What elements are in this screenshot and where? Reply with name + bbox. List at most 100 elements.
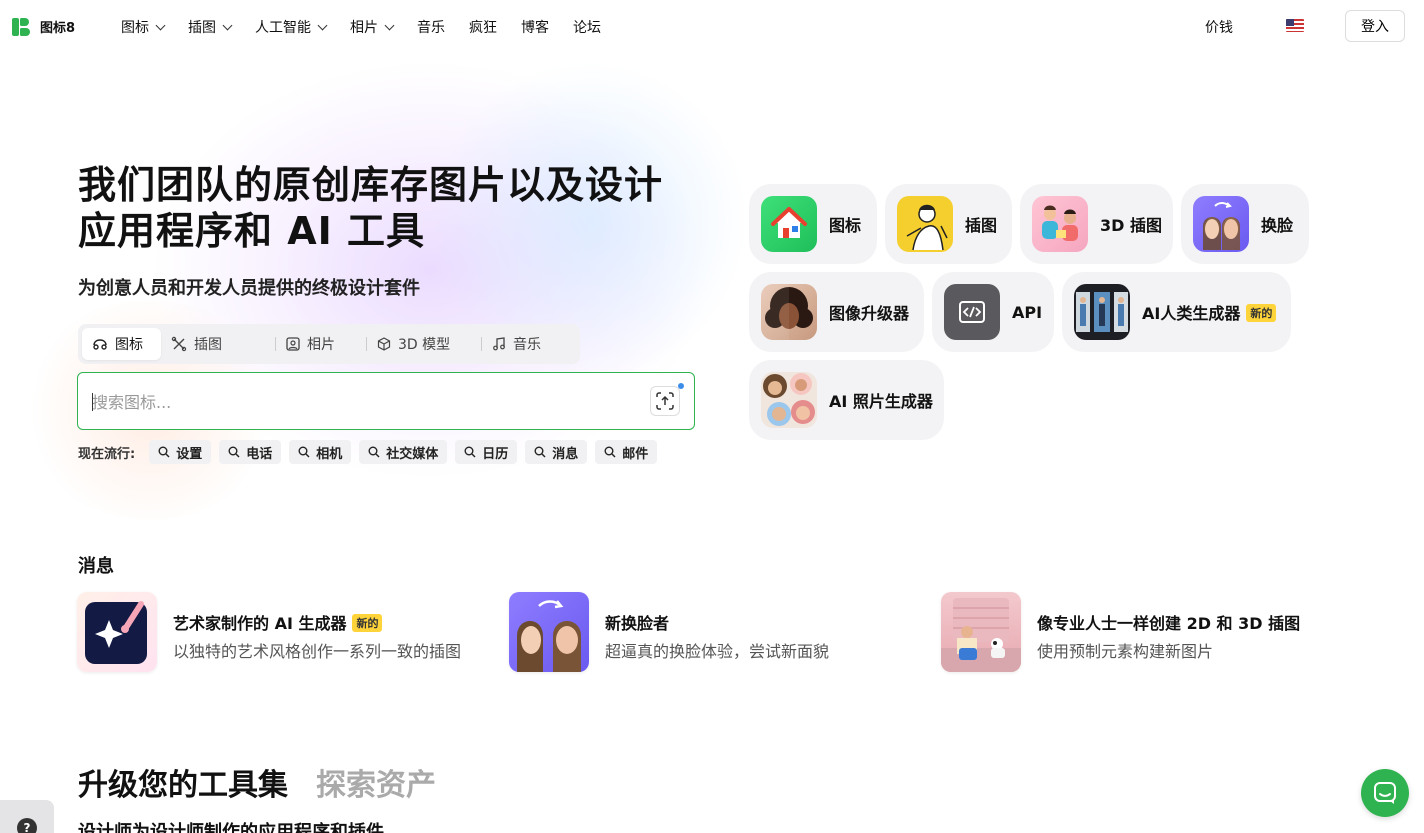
nav-item-forum[interactable]: 论坛 [573,17,601,37]
trending-chip[interactable]: 消息 [525,440,588,464]
nav-label: 图标 [121,20,149,36]
product-card-icons[interactable]: 图标 [749,184,877,264]
news-title: 像专业人士一样创建 2D 和 3D 插图 [1037,614,1301,633]
us-flag-icon[interactable] [1286,19,1304,32]
nav-item-illustrations[interactable]: 插图 [188,17,233,37]
product-card-ai-photo-generator[interactable]: AI 照片生成器 [749,360,944,440]
news-section-title: 消息 [78,556,114,577]
news-item[interactable]: 像专业人士一样创建 2D 和 3D 插图 使用预制元素构建新图片 [941,592,1300,672]
cube-icon [377,337,391,351]
login-button[interactable]: 登入 [1345,10,1405,42]
tab-label: 3D 模型 [398,337,451,353]
tools-section-subtitle: 设计师为设计师制作的应用程序和插件 [78,822,384,833]
search-icon [298,446,310,458]
product-card-3d-illustrations[interactable]: 3D 插图 [1020,184,1173,264]
illustration-icon [171,336,187,352]
trending-searches: 现在流行: 设置 电话 相机 社交媒体 日历 消息 邮件 [78,440,658,464]
trending-chip[interactable]: 电话 [219,440,282,464]
news-item[interactable]: 艺术家制作的 AI 生成器 新的 以独特的艺术风格创作一系列一致的插图 [77,592,461,672]
text-caret [92,393,93,411]
product-label: API [1012,302,1043,322]
image-upscaler-thumbnail [761,284,817,340]
brand-logo[interactable]: 图标8 [12,17,75,36]
product-card-ai-human-generator[interactable]: AI人类生成器 新的 [1062,272,1291,352]
main-nav: 图标 插图 人工智能 相片 音乐 疯狂 博客 论坛 [121,17,601,37]
search-category-tabs: 图标 插图 相片 3D 模型 音乐 [78,324,580,364]
trending-chip[interactable]: 日历 [455,440,518,464]
news-item[interactable]: 新换脸者 超逼真的换脸体验，尝试新面貌 [509,592,829,672]
new-badge: 新的 [352,614,383,632]
nav-item-icons[interactable]: 图标 [121,17,166,37]
chat-support-button[interactable] [1361,769,1409,817]
explore-assets-link[interactable]: 探索资产 [316,760,436,804]
tab-3d-models[interactable]: 3D 模型 [367,328,481,360]
nav-label: 音乐 [417,20,445,36]
search-icon [228,446,240,458]
api-code-icon [944,284,1000,340]
product-label: AI 照片生成器 [829,392,933,411]
search-icon [368,446,380,458]
help-widget[interactable]: ? [0,800,54,833]
chip-label: 电话 [246,446,273,462]
chip-label: 日历 [482,446,509,462]
hero-subtitle: 为创意人员和开发人员提供的终极设计套件 [78,278,420,299]
nav-item-mega-creator[interactable]: 疯狂 [469,17,497,37]
notification-dot [678,383,684,389]
chevron-down-icon [222,20,233,30]
tab-music[interactable]: 音乐 [482,328,562,360]
nav-item-photos[interactable]: 相片 [350,17,395,37]
news-description: 以独特的艺术风格创作一系列一致的插图 [173,642,462,661]
chevron-down-icon [384,20,395,30]
chip-label: 社交媒体 [386,446,439,462]
trending-chip[interactable]: 相机 [289,440,352,464]
product-card-illustrations[interactable]: 插图 [885,184,1012,264]
illustration-thumbnail [897,196,953,252]
icons-icon [93,339,107,350]
tab-photos[interactable]: 相片 [276,328,366,360]
hero-title: 我们团队的原创库存图片以及设计应用程序和 AI 工具 [78,163,664,253]
trending-label: 现在流行: [78,446,136,462]
chip-label: 设置 [176,446,203,462]
tools-section-title: 升级您的工具集 [78,768,288,803]
nav-item-ai[interactable]: 人工智能 [255,17,328,37]
search-icon [464,446,476,458]
news-description: 超逼真的换脸体验，尝试新面貌 [605,642,830,661]
nav-item-blog[interactable]: 博客 [521,17,549,37]
trending-chip[interactable]: 设置 [149,440,212,464]
product-label: 图标 [829,216,862,235]
ai-art-generator-thumbnail [77,592,157,672]
product-label: 3D 插图 [1100,216,1162,235]
nav-label: 博客 [521,20,549,36]
nav-label: 疯狂 [469,20,497,36]
upload-scan-icon [656,392,674,410]
new-badge: 新的 [1246,304,1277,322]
2d-3d-illustration-thumbnail [941,592,1021,672]
search-icon [604,446,616,458]
music-note-icon [493,337,505,351]
ai-photo-generator-thumbnail [761,372,817,428]
chip-label: 邮件 [622,446,649,462]
trending-chip[interactable]: 社交媒体 [359,440,448,464]
search-input[interactable] [92,389,632,415]
tab-illustrations[interactable]: 插图 [161,328,275,360]
tab-label: 图标 [115,337,143,353]
product-label: AI人类生成器 新的 [1142,300,1277,324]
pricing-link[interactable]: 价钱 [1205,17,1233,37]
product-label: 图像升级器 [829,304,910,323]
product-label-text: AI人类生成器 [1142,304,1241,323]
3d-illustration-thumbnail [1032,196,1088,252]
image-search-button[interactable] [650,386,680,416]
trending-chip[interactable]: 邮件 [595,440,658,464]
product-card-api[interactable]: API [932,272,1054,352]
chevron-down-icon [155,20,166,30]
nav-item-music[interactable]: 音乐 [417,17,445,37]
tab-label: 插图 [194,337,222,353]
top-header: 图标8 图标 插图 人工智能 相片 音乐 疯狂 博客 论坛 价钱 登入 [0,0,1424,52]
tab-icons[interactable]: 图标 [82,328,161,360]
tab-label: 相片 [307,337,335,353]
chevron-down-icon [317,20,328,30]
product-card-image-upscaler[interactable]: 图像升级器 [749,272,924,352]
news-title-text: 艺术家制作的 AI 生成器 [173,614,347,633]
product-card-face-swap[interactable]: 换脸 [1181,184,1309,264]
face-swapper-thumbnail [509,592,589,672]
